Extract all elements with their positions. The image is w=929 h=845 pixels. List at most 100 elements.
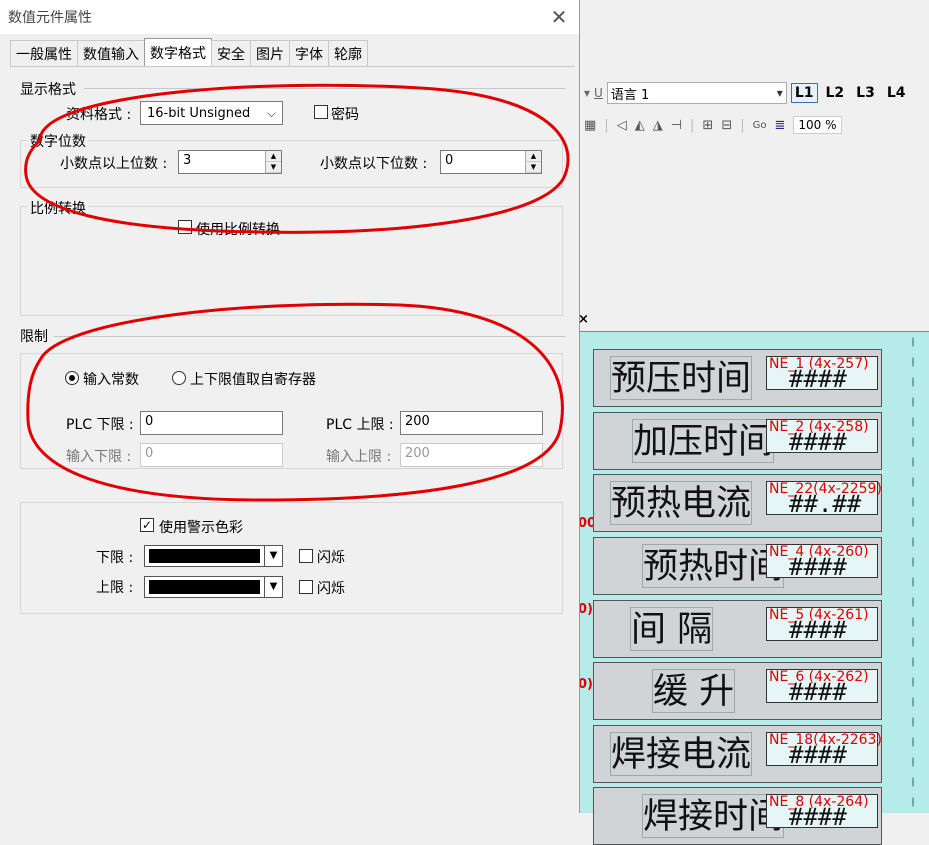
close-tab-icon[interactable]: × [578,312,594,328]
level-button-l4[interactable]: L4 [883,83,910,103]
dialog-titlebar[interactable]: 数值元件属性 ✕ [0,0,579,34]
align-toolbar: ▦ | ◁ ◭ ◮ ⊣ | ⊞ ⊟ | Go ≣ 100 % [580,112,929,138]
hmi-row[interactable]: 预压时间 NE_1 (4x-257) #### [593,349,882,407]
spin-up-icon[interactable]: ▲ [526,151,541,162]
numeric-element[interactable]: NE_1 (4x-257) #### [766,356,878,391]
hmi-row[interactable]: 预热电流 NE_22(4x-2259) ##.## [593,474,882,532]
numeric-element-properties-dialog: 数值元件属性 ✕ 一般属性 数值输入 数字格式 安全 图片 字体 轮廓 显示格式… [0,0,580,813]
high-color-label: 上限 : [96,580,134,596]
dropdown-arrow-icon[interactable]: ▾ [584,86,590,100]
numeric-element[interactable]: NE_2 (4x-258) #### [766,419,878,456]
close-icon[interactable]: ✕ [547,5,571,29]
integer-digits-spinner[interactable]: 3 ▲ ▼ [178,150,282,174]
use-warning-color-checkbox[interactable]: ✓ [140,518,154,532]
canvas-grid-dots [911,332,915,814]
scaling-groupbox [20,206,563,316]
data-format-value: 16-bit Unsigned [147,105,251,121]
language-toolbar: ▾ U 语言 1 ▾ L1 L2 L3 L4 [580,80,929,106]
password-checkbox[interactable] [314,105,328,119]
radio-register-limits[interactable] [172,371,186,385]
chevron-down-icon: ▾ [776,86,783,100]
tab-outline[interactable]: 轮廓 [328,40,368,66]
divider [84,88,566,89]
data-format-select[interactable]: 16-bit Unsigned ⌵ [140,101,283,125]
distribute-vertical-icon[interactable]: ⊟ [721,118,732,133]
align-left-icon[interactable]: ◁ [617,118,627,133]
hmi-row[interactable]: 间 隔 NE_5 (4x-261) #### [593,600,882,658]
hmi-row-label: 焊接电流 [610,732,753,776]
tab-picture[interactable]: 图片 [250,40,290,66]
spin-up-icon[interactable]: ▲ [266,151,281,162]
numeric-element[interactable]: NE_4 (4x-260) #### [766,544,878,581]
low-color-select[interactable]: ▼ [144,545,283,567]
distribute-icon[interactable]: ⊞ [702,118,713,133]
numeric-value: #### [789,428,847,456]
limits-title: 限制 [20,329,48,345]
numeric-value: #### [789,553,847,581]
digits-group-title: 数字位数 [28,131,88,151]
numeric-element[interactable]: NE_18(4x-2263) #### [766,732,882,769]
go-button[interactable]: Go [753,120,767,131]
numeric-element[interactable]: NE_6 (4x-262) #### [766,669,878,704]
hmi-row-label: 预热电流 [610,481,753,525]
numeric-element[interactable]: NE_22(4x-2259) ##.## [766,481,882,518]
tab-panel-number-format: 显示格式 资料格式 : 16-bit Unsigned ⌵ 密码 数字位数 小数… [10,66,575,813]
input-low-label: 输入下限 : [66,449,132,465]
hmi-row-label: 预热时间 [642,544,785,588]
integer-digits-value: 3 [183,153,192,168]
hmi-row[interactable]: 焊接电流 NE_18(4x-2263) #### [593,725,882,783]
spin-down-icon[interactable]: ▼ [526,162,541,173]
low-blink-checkbox[interactable] [299,549,313,563]
tab-number-format[interactable]: 数字格式 [144,38,212,66]
tab-security[interactable]: 安全 [211,40,251,66]
level-button-l3[interactable]: L3 [852,83,879,103]
hmi-row[interactable]: 焊接时间 NE_8 (4x-264) #### [593,787,882,845]
separator: | [740,117,745,133]
hmi-row[interactable]: 预热时间 NE_4 (4x-260) #### [593,537,882,595]
numeric-element[interactable]: NE_5 (4x-261) #### [766,607,878,644]
scaling-group-title: 比例转换 [28,198,88,218]
radio-input-constant[interactable] [65,371,79,385]
plc-low-input[interactable]: 0 [140,411,283,435]
language-select[interactable]: 语言 1 ▾ [606,82,787,104]
level-button-l2[interactable]: L2 [822,83,849,103]
spin-down-icon[interactable]: ▼ [266,162,281,173]
plc-low-label: PLC 下限 : [66,417,134,433]
hmi-canvas[interactable]: 00) 0) 0) 预压时间 NE_1 (4x-257) #### 加压时间 N… [578,331,929,845]
high-blink-checkbox[interactable] [299,580,313,594]
plc-high-input[interactable]: 200 [400,411,543,435]
numeric-element[interactable]: NE_8 (4x-264) #### [766,794,878,829]
numeric-value: #### [789,741,847,769]
integer-digits-label: 小数点以上位数 : [60,156,168,172]
display-format-title: 显示格式 [20,82,76,98]
layer-icon[interactable]: ≣ [774,118,785,133]
use-scaling-checkbox[interactable] [178,220,192,234]
input-high-field: 200 [400,443,543,467]
high-color-select[interactable]: ▼ [144,576,283,598]
tab-general[interactable]: 一般属性 [10,40,78,66]
pin-icon[interactable]: ⊣ [671,118,682,133]
flip-icon[interactable]: ◭ [635,118,645,133]
hmi-row[interactable]: 加压时间 NE_2 (4x-258) #### [593,412,882,470]
chevron-down-icon: ▼ [264,577,282,597]
hmi-row[interactable]: 缓 升 NE_6 (4x-262) #### [593,662,882,720]
password-label: 密码 [331,107,359,123]
tab-font[interactable]: 字体 [289,40,329,66]
low-blink-label: 闪烁 [317,550,345,566]
high-blink-label: 闪烁 [317,581,345,597]
flip-horizontal-icon[interactable]: ◮ [653,118,663,133]
tab-numeric-input[interactable]: 数值输入 [77,40,145,66]
language-select-value: 语言 1 [610,87,650,103]
fraction-digits-spinner[interactable]: 0 ▲ ▼ [440,150,542,174]
numeric-value: #### [789,616,847,644]
radio-input-constant-label: 输入常数 [83,372,139,388]
level-button-l1[interactable]: L1 [790,83,818,103]
high-color-swatch [149,580,260,594]
low-color-label: 下限 : [96,550,134,566]
separator: | [604,117,609,133]
tab-strip: 一般属性 数值输入 数字格式 安全 图片 字体 轮廓 [10,38,368,66]
numeric-value: ##.## [789,490,862,518]
zoom-level[interactable]: 100 % [793,116,842,134]
underline-icon[interactable]: U [594,86,603,100]
group-icon[interactable]: ▦ [584,118,596,133]
